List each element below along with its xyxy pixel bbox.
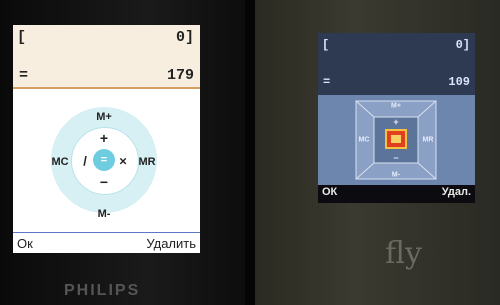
equals-label: =: [100, 154, 108, 166]
delete-softkey[interactable]: Удалить: [146, 236, 196, 251]
result-value: 109: [448, 75, 470, 89]
result-value: 179: [166, 67, 194, 84]
keypad-panel: M+ + − M- MC MR: [318, 95, 475, 185]
softkey-divider: [13, 232, 200, 233]
calculator-display: [ 0] = 179: [13, 25, 200, 89]
equals-sign: =: [323, 75, 331, 89]
bracket-open: [: [322, 38, 330, 52]
mr-key[interactable]: MR: [423, 137, 434, 144]
m-minus-key[interactable]: M-: [392, 172, 400, 179]
plus-key[interactable]: +: [393, 117, 398, 127]
m-plus-key[interactable]: M+: [96, 111, 112, 123]
divide-key[interactable]: /: [83, 154, 87, 169]
m-plus-key[interactable]: M+: [391, 103, 401, 110]
minus-key[interactable]: −: [100, 174, 108, 190]
phone-gap: [245, 0, 255, 305]
ok-softkey[interactable]: ОК: [322, 186, 337, 198]
bracket-open: [: [17, 29, 27, 46]
calculator-display: [ 0] = 109: [318, 33, 475, 95]
philips-logo: PHILIPS: [64, 282, 141, 299]
philips-screen: [ 0] = 179 = M+ + − M- MC / × MR Ок Удал…: [13, 25, 200, 253]
mc-key[interactable]: MC: [359, 137, 370, 144]
mc-key[interactable]: MC: [51, 156, 68, 168]
fly-logo: fly: [385, 236, 422, 271]
fly-screen: [ 0] = 109 M+ + − M- MC MR ОК Удал.: [318, 33, 475, 203]
equals-sign: =: [19, 67, 29, 84]
plus-key[interactable]: +: [100, 130, 108, 146]
bracket-value: 0]: [175, 29, 194, 46]
m-minus-key[interactable]: M-: [98, 208, 111, 220]
mr-key[interactable]: MR: [138, 156, 155, 168]
bracket-value: 0]: [455, 38, 470, 52]
ok-softkey[interactable]: Ок: [17, 236, 33, 251]
multiply-key[interactable]: ×: [119, 154, 127, 169]
delete-softkey[interactable]: Удал.: [442, 186, 471, 198]
minus-key[interactable]: −: [393, 153, 398, 163]
